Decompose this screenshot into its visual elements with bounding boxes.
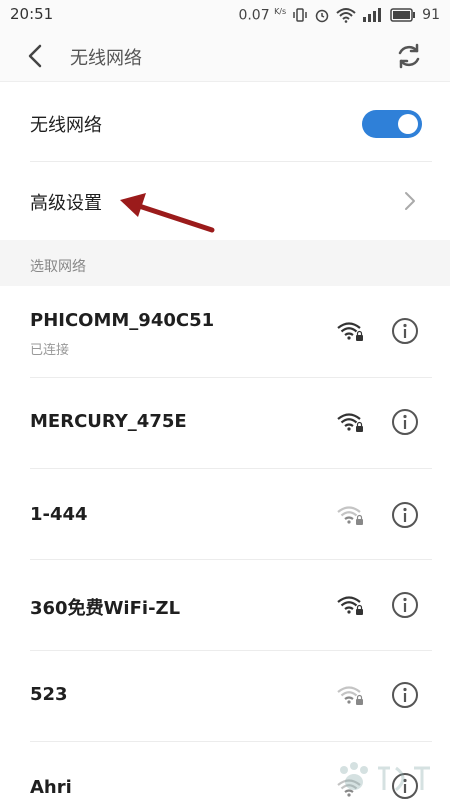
wifi-locked-strong-icon [337,322,363,341]
network-name: PHICOMM_940C51 [30,310,215,331]
info-icon[interactable] [391,681,419,709]
advanced-settings-row[interactable]: 高级设置 [0,162,450,240]
network-name: 523 [30,684,68,705]
battery-icon [390,8,416,22]
network-speed: 0.07 K/s [238,7,286,24]
wifi-toggle-row[interactable]: 无线网络 [0,83,450,161]
wifi-toggle-switch[interactable] [362,110,422,138]
section-label: 选取网络 [30,259,86,275]
info-icon[interactable] [391,408,419,436]
watermark-logo [340,762,430,792]
info-icon[interactable] [391,591,419,619]
back-button[interactable] [20,41,50,71]
status-indicators: 0.07 K/s 91 [238,4,440,26]
info-icon[interactable] [391,317,419,345]
network-item[interactable]: 360免费WiFi-ZL [0,560,450,650]
alarm-icon [315,9,329,23]
vibrate-icon [293,8,307,22]
wifi-locked-weak-icon [337,506,363,525]
wifi-status-icon [336,8,356,23]
chevron-right-icon [405,192,415,210]
wifi-locked-strong-icon [337,596,363,615]
network-name: MERCURY_475E [30,411,187,432]
status-bar: 20:51 0.07 K/s 91 [0,0,450,30]
network-name: 1-444 [30,504,88,525]
app-bar: 无线网络 [0,30,450,82]
cell-signal-icon [363,8,382,22]
battery-percent: 91 [422,7,440,23]
network-status: 已连接 [30,343,70,358]
advanced-settings-label: 高级设置 [30,193,102,214]
network-speed-value: 0.07 [238,7,270,24]
section-header: 选取网络 [0,240,450,286]
wifi-locked-weak-icon [337,686,363,705]
toggle-knob [398,114,418,134]
refresh-icon [398,43,420,69]
info-icon[interactable] [391,501,419,529]
status-time: 20:51 [10,5,54,23]
network-item[interactable]: MERCURY_475E [0,378,450,468]
network-item[interactable]: 523 [0,651,450,741]
back-arrow-icon [28,44,42,68]
network-item[interactable]: 1-444 [0,469,450,559]
wifi-locked-strong-icon [337,413,363,432]
page-title: 无线网络 [70,48,142,69]
network-name: 360免费WiFi-ZL [30,598,181,619]
network-item[interactable]: PHICOMM_940C51 已连接 [0,287,450,377]
network-name: Ahri [30,777,72,798]
wifi-toggle-label: 无线网络 [30,115,102,136]
refresh-button[interactable] [394,41,424,71]
network-speed-unit: K/s [274,6,287,16]
